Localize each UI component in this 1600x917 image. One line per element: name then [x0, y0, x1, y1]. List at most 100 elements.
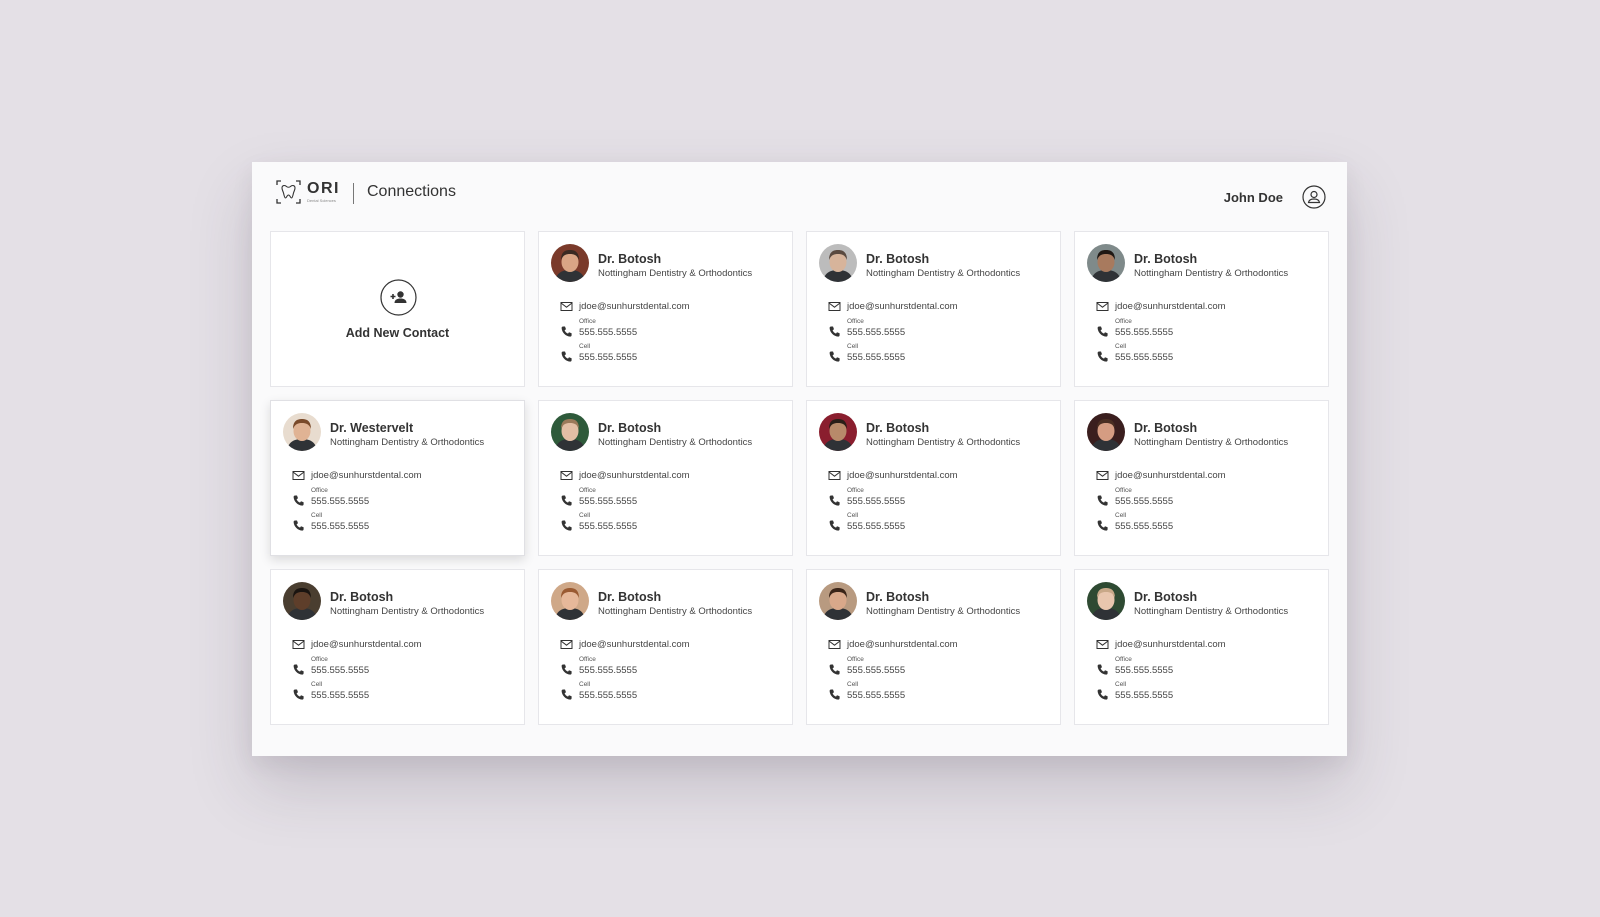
contact-email[interactable]: jdoe@sunhurstdental.com — [311, 639, 422, 650]
phone-icon — [292, 494, 305, 507]
contact-organization: Nottingham Dentistry & Orthodontics — [866, 268, 1021, 279]
ori-logo-icon — [276, 180, 301, 204]
app-header: ORI Dental Sciences Connections John Doe — [252, 162, 1347, 224]
contact-organization: Nottingham Dentistry & Orthodontics — [598, 437, 753, 448]
office-phone[interactable]: 555.555.5555 — [1115, 496, 1173, 507]
cell-label: Cell — [579, 512, 591, 519]
contact-email[interactable]: jdoe@sunhurstdental.com — [579, 639, 690, 650]
contact-email[interactable]: jdoe@sunhurstdental.com — [847, 470, 958, 481]
contact-card[interactable]: Dr. Botosh Nottingham Dentistry & Orthodo… — [270, 569, 525, 725]
contact-card[interactable]: Dr. Westervelt Nottingham Dentistry & Ort… — [270, 400, 525, 556]
cell-phone[interactable]: 555.555.5555 — [847, 690, 905, 701]
cell-label: Cell — [311, 681, 323, 688]
phone-icon — [1096, 663, 1109, 676]
add-new-contact-card[interactable]: Add New Contact — [270, 231, 525, 387]
cell-phone[interactable]: 555.555.5555 — [1115, 690, 1173, 701]
phone-icon — [292, 663, 305, 676]
contact-email[interactable]: jdoe@sunhurstdental.com — [579, 301, 690, 312]
contact-organization: Nottingham Dentistry & Orthodontics — [1134, 268, 1289, 279]
phone-icon — [292, 688, 305, 701]
cell-label: Cell — [311, 512, 323, 519]
contact-name: Dr. Botosh — [1134, 590, 1198, 604]
cell-phone[interactable]: 555.555.5555 — [847, 521, 905, 532]
phone-icon — [560, 688, 573, 701]
contact-organization: Nottingham Dentistry & Orthodontics — [1134, 606, 1289, 617]
contact-card[interactable]: Dr. Botosh Nottingham Dentistry & Orthodo… — [1074, 569, 1329, 725]
office-phone[interactable]: 555.555.5555 — [579, 327, 637, 338]
office-phone[interactable]: 555.555.5555 — [847, 496, 905, 507]
contact-name: Dr. Botosh — [330, 590, 394, 604]
office-phone[interactable]: 555.555.5555 — [579, 496, 637, 507]
contact-name: Dr. Botosh — [866, 252, 930, 266]
cell-phone[interactable]: 555.555.5555 — [1115, 352, 1173, 363]
contact-email[interactable]: jdoe@sunhurstdental.com — [1115, 639, 1226, 650]
office-label: Office — [847, 318, 864, 325]
email-icon — [1096, 300, 1109, 313]
contact-name: Dr. Botosh — [598, 590, 662, 604]
contact-card[interactable]: Dr. Botosh Nottingham Dentistry & Orthodo… — [1074, 231, 1329, 387]
contact-card[interactable]: Dr. Botosh Nottingham Dentistry & Orthodo… — [538, 400, 793, 556]
office-label: Office — [311, 656, 328, 663]
contact-name: Dr. Botosh — [1134, 252, 1198, 266]
email-icon — [828, 300, 841, 313]
office-label: Office — [1115, 318, 1132, 325]
cell-phone[interactable]: 555.555.5555 — [1115, 521, 1173, 532]
phone-icon — [560, 663, 573, 676]
contact-email[interactable]: jdoe@sunhurstdental.com — [1115, 301, 1226, 312]
contact-organization: Nottingham Dentistry & Orthodontics — [1134, 437, 1289, 448]
contact-card[interactable]: Dr. Botosh Nottingham Dentistry & Orthodo… — [806, 400, 1061, 556]
contact-organization: Nottingham Dentistry & Orthodontics — [598, 606, 753, 617]
contact-email[interactable]: jdoe@sunhurstdental.com — [579, 470, 690, 481]
office-label: Office — [579, 487, 596, 494]
connections-window: ORI Dental Sciences Connections John Doe… — [252, 162, 1347, 756]
contact-card[interactable]: Dr. Botosh Nottingham Dentistry & Orthodo… — [1074, 400, 1329, 556]
contact-email[interactable]: jdoe@sunhurstdental.com — [847, 639, 958, 650]
phone-icon — [560, 494, 573, 507]
cell-label: Cell — [847, 681, 859, 688]
cell-phone[interactable]: 555.555.5555 — [311, 690, 369, 701]
cell-phone[interactable]: 555.555.5555 — [579, 352, 637, 363]
phone-icon — [1096, 688, 1109, 701]
office-phone[interactable]: 555.555.5555 — [311, 665, 369, 676]
office-phone[interactable]: 555.555.5555 — [311, 496, 369, 507]
contact-email[interactable]: jdoe@sunhurstdental.com — [311, 470, 422, 481]
contact-avatar — [1087, 244, 1125, 282]
cell-phone[interactable]: 555.555.5555 — [311, 521, 369, 532]
brand-name: ORI — [307, 180, 340, 197]
contact-card[interactable]: Dr. Botosh Nottingham Dentistry & Orthodo… — [538, 231, 793, 387]
phone-icon — [1096, 519, 1109, 532]
cell-label: Cell — [847, 512, 859, 519]
contact-avatar — [819, 413, 857, 451]
user-name[interactable]: John Doe — [1224, 190, 1283, 205]
office-phone[interactable]: 555.555.5555 — [1115, 327, 1173, 338]
contact-email[interactable]: jdoe@sunhurstdental.com — [847, 301, 958, 312]
office-phone[interactable]: 555.555.5555 — [847, 327, 905, 338]
office-phone[interactable]: 555.555.5555 — [579, 665, 637, 676]
office-phone[interactable]: 555.555.5555 — [847, 665, 905, 676]
email-icon — [560, 469, 573, 482]
phone-icon — [828, 350, 841, 363]
cell-label: Cell — [579, 343, 591, 350]
contact-organization: Nottingham Dentistry & Orthodontics — [598, 268, 753, 279]
contact-avatar — [283, 413, 321, 451]
contact-card[interactable]: Dr. Botosh Nottingham Dentistry & Orthodo… — [538, 569, 793, 725]
add-new-contact-label: Add New Contact — [345, 326, 450, 340]
header-divider — [353, 183, 354, 204]
contact-card[interactable]: Dr. Botosh Nottingham Dentistry & Orthodo… — [806, 569, 1061, 725]
contact-name: Dr. Botosh — [866, 590, 930, 604]
office-label: Office — [579, 318, 596, 325]
contact-email[interactable]: jdoe@sunhurstdental.com — [1115, 470, 1226, 481]
add-contact-icon[interactable] — [380, 279, 417, 316]
user-profile-icon[interactable] — [1302, 185, 1326, 209]
contact-organization: Nottingham Dentistry & Orthodontics — [330, 437, 485, 448]
cell-phone[interactable]: 555.555.5555 — [847, 352, 905, 363]
contact-avatar — [819, 582, 857, 620]
contact-avatar — [283, 582, 321, 620]
phone-icon — [828, 519, 841, 532]
cell-phone[interactable]: 555.555.5555 — [579, 521, 637, 532]
contact-avatar — [1087, 413, 1125, 451]
cell-phone[interactable]: 555.555.5555 — [579, 690, 637, 701]
office-phone[interactable]: 555.555.5555 — [1115, 665, 1173, 676]
contact-card[interactable]: Dr. Botosh Nottingham Dentistry & Orthodo… — [806, 231, 1061, 387]
phone-icon — [560, 325, 573, 338]
